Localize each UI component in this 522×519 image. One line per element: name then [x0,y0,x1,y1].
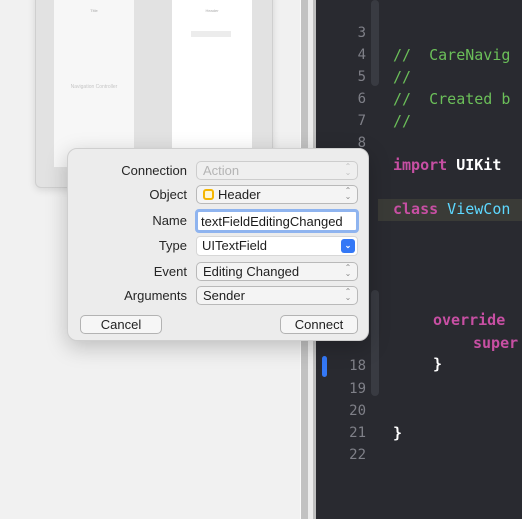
text-field-element[interactable] [191,31,231,37]
up-down-chevron-icon: ⌃ ⌄ [344,186,352,201]
view-controller-scene[interactable]: Header [172,0,252,151]
code-line[interactable]: 19 [316,356,522,397]
code-line[interactable]: 20 } [316,378,522,442]
code-line[interactable]: 22 [316,422,522,463]
arguments-label: Arguments [124,288,187,303]
object-popup[interactable]: Header ⌃ ⌄ [196,185,358,204]
code-line[interactable]: 7 [316,88,522,129]
code-line[interactable]: 21 [316,400,522,441]
line-number: 22 [349,447,366,463]
event-value: Editing Changed [203,264,300,279]
up-down-chevron-icon: ⌃ ⌄ [344,287,352,302]
event-row: Event Editing Changed ⌃ ⌄ [68,262,370,282]
nav-controller-title: Title [90,8,98,13]
type-combo-box[interactable]: UITextField ⌄ [196,236,358,256]
code-line[interactable]: 4 // [316,22,522,86]
code-line[interactable]: 6 // [316,66,522,130]
view-controller-title: Header [205,8,219,13]
connection-popup[interactable]: Action ⌃ ⌄ [196,161,358,180]
connection-popover: Connection Action ⌃ ⌄ Object Header ⌃ ⌄ Na… [67,148,369,341]
object-label: Object [149,187,187,202]
name-row: Name [68,209,370,233]
event-popup[interactable]: Editing Changed ⌃ ⌄ [196,262,358,281]
object-value: Header [218,187,261,202]
arguments-value: Sender [203,288,245,303]
arguments-row: Arguments Sender ⌃ ⌄ [68,286,370,306]
connect-button[interactable]: Connect [280,315,358,334]
chevron-down-icon[interactable]: ⌄ [341,239,355,253]
name-input[interactable] [195,209,359,233]
object-row: Object Header ⌃ ⌄ [68,185,370,205]
up-down-chevron-icon: ⌃ ⌄ [344,263,352,278]
nav-controller-label: Navigation Controller [70,84,118,90]
type-value: UITextField [202,238,268,253]
connection-value: Action [203,163,240,178]
cancel-button[interactable]: Cancel [80,315,162,334]
connection-row: Connection Action ⌃ ⌄ [68,161,370,181]
code-line[interactable]: 8 import UIKit [316,110,522,174]
navigation-controller-scene[interactable]: Title Navigation Controller [54,0,134,167]
up-down-chevron-icon: ⌃ ⌄ [344,162,352,177]
arguments-popup[interactable]: Sender ⌃ ⌄ [196,286,358,305]
code-keyword: class [393,200,439,218]
code-line[interactable]: 3 // CareNavig [316,0,522,64]
code-line[interactable]: 5 // Created b [316,44,522,108]
type-label: Type [158,238,187,253]
view-object-icon [203,189,214,200]
code-type-name: ViewCon [438,200,511,218]
name-label: Name [152,213,187,228]
type-row: Type UITextField ⌄ [68,236,370,256]
connection-label: Connection [121,163,187,178]
event-label: Event [153,264,187,279]
